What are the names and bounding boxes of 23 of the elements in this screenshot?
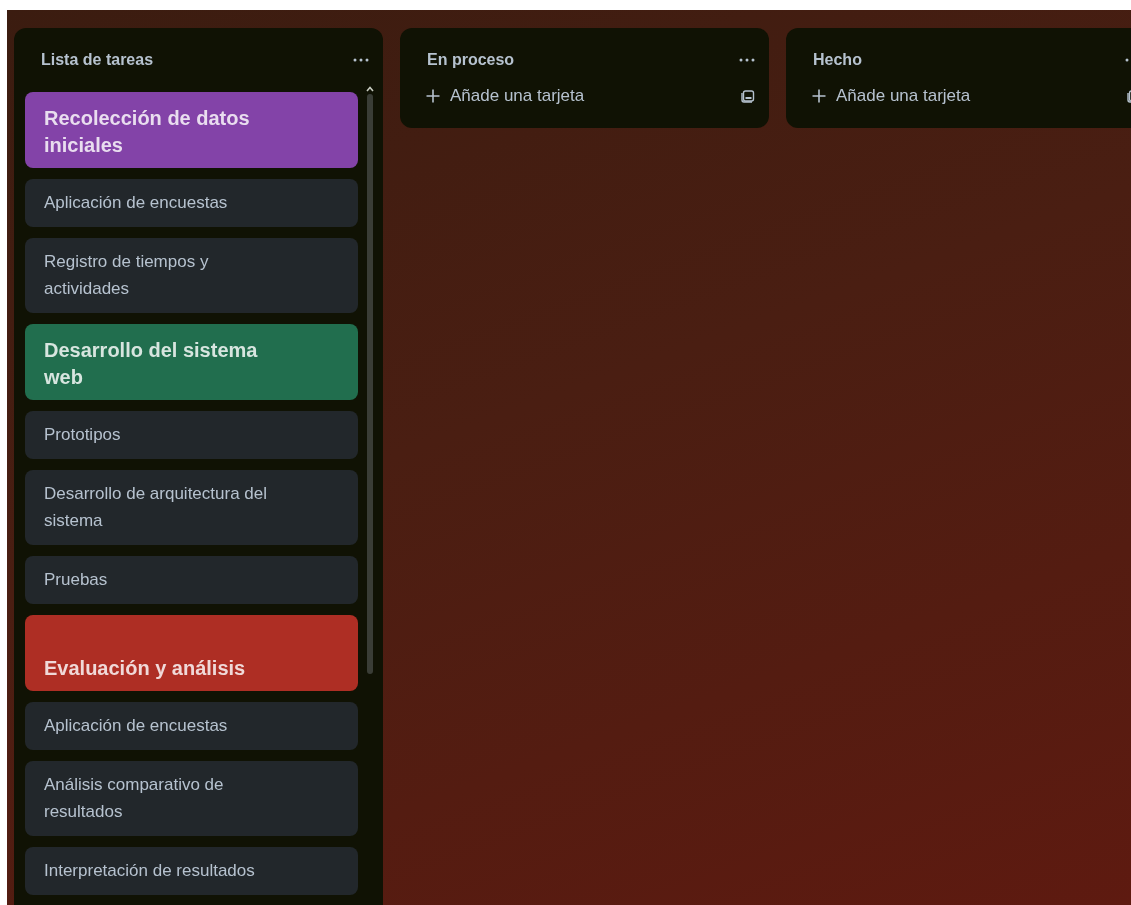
- task-card[interactable]: Pruebas: [25, 556, 358, 604]
- scrollbar-thumb[interactable]: [367, 94, 373, 674]
- template-icon[interactable]: [741, 89, 755, 103]
- section-card[interactable]: Recolección de datos iniciales: [25, 92, 358, 168]
- add-card-button[interactable]: Añade una tarjeta: [808, 82, 975, 110]
- section-card[interactable]: Evaluación y análisis: [25, 615, 358, 691]
- plus-icon: [426, 89, 440, 103]
- more-icon[interactable]: [353, 58, 369, 62]
- caret-up-icon[interactable]: [366, 86, 374, 92]
- list-title: Lista de tareas: [41, 51, 154, 69]
- list-title: Hecho: [813, 51, 862, 69]
- list-title: En proceso: [427, 51, 515, 69]
- task-card[interactable]: Interpretación de resultados: [25, 847, 358, 895]
- task-card[interactable]: Prototipos: [25, 411, 358, 459]
- section-card[interactable]: Desarrollo del sistema web: [25, 324, 358, 400]
- task-card[interactable]: Aplicación de encuestas: [25, 702, 358, 750]
- more-icon[interactable]: [739, 58, 755, 62]
- plus-icon: [812, 89, 826, 103]
- add-card-button[interactable]: Añade una tarjeta: [422, 82, 589, 110]
- task-card[interactable]: Registro de tiempos y actividades: [25, 238, 358, 313]
- task-card[interactable]: Desarrollo de arquitectura del sistema: [25, 470, 358, 545]
- task-card[interactable]: Aplicación de encuestas: [25, 179, 358, 227]
- task-card[interactable]: Análisis comparativo de resultados: [25, 761, 358, 836]
